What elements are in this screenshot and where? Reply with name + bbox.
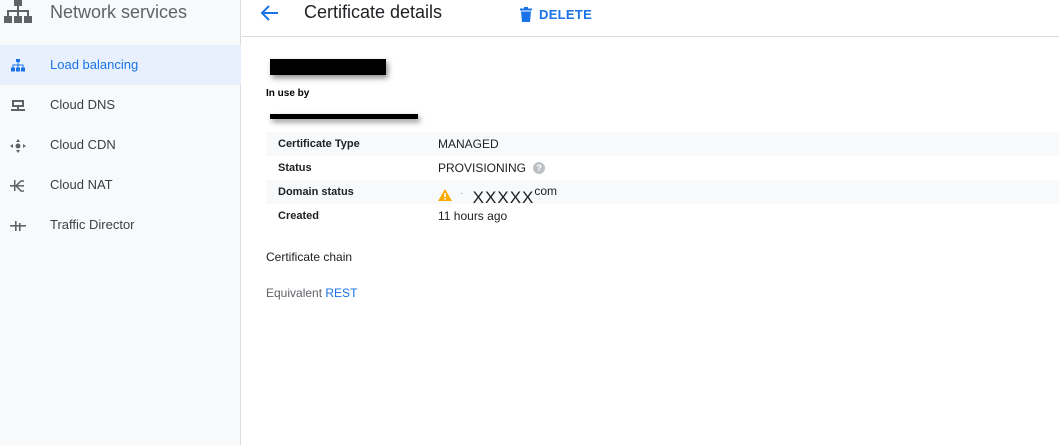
certificate-details-table: Certificate Type MANAGED Status PROVISIO… — [266, 132, 1059, 228]
cloud-dns-icon — [9, 97, 26, 114]
sidebar: Network services Load balancing Cloud DN… — [0, 0, 241, 445]
page-title: Certificate details — [304, 2, 443, 22]
redacted-certificate-name — [270, 59, 386, 75]
delete-label: DELETE — [539, 6, 593, 22]
sidebar-item-label: Load balancing — [50, 57, 139, 72]
table-row: Certificate Type MANAGED — [266, 132, 1059, 156]
table-row: Domain status · XXXXX com — [266, 180, 1059, 207]
cloud-nat-icon — [9, 177, 26, 194]
sidebar-item-label: Cloud DNS — [50, 97, 116, 112]
delete-button[interactable]: DELETE — [520, 4, 592, 24]
rest-link[interactable]: REST — [325, 286, 357, 300]
row-label: Status — [278, 162, 312, 174]
row-value: PROVISIONING ? — [438, 161, 546, 175]
sidebar-header: Network services — [0, 0, 241, 28]
equivalent-rest: Equivalent REST — [266, 286, 357, 300]
certificate-chain-label: Certificate chain — [266, 250, 353, 264]
redacted-in-use-by-value — [270, 114, 418, 119]
table-row: Status PROVISIONING ? — [266, 156, 1059, 180]
created-value: 11 hours ago — [438, 209, 508, 223]
table-row: Created 11 hours ago — [266, 204, 1059, 228]
equivalent-prefix: Equivalent — [266, 286, 323, 300]
sidebar-item-label: Cloud CDN — [50, 137, 116, 152]
row-value: 11 hours ago — [438, 209, 507, 223]
sidebar-item-load-balancing[interactable]: Load balancing — [0, 45, 241, 85]
arrow-back-icon — [260, 5, 278, 21]
row-value: MANAGED — [438, 137, 499, 151]
domain-suffix: com — [534, 184, 558, 198]
sidebar-item-cloud-dns[interactable]: Cloud DNS — [0, 85, 241, 125]
trash-icon — [520, 6, 532, 22]
warning-icon — [438, 189, 452, 201]
network-services-icon — [4, 0, 32, 23]
row-label: Created — [278, 210, 319, 222]
sidebar-item-label: Cloud NAT — [50, 177, 113, 192]
page-header: Certificate details DELETE — [242, 0, 1059, 37]
in-use-by-label: In use by — [266, 88, 310, 99]
help-icon[interactable]: ? — [533, 162, 546, 174]
back-button[interactable] — [260, 4, 282, 22]
row-value: · XXXXX com — [438, 184, 558, 207]
product-title: Network services — [50, 2, 188, 22]
row-label: Domain status — [278, 186, 354, 198]
status-value: PROVISIONING — [438, 161, 527, 175]
main-content: In use by Certificate Type MANAGED Statu… — [242, 38, 1059, 445]
load-balancing-icon — [9, 57, 26, 74]
sidebar-item-cloud-cdn[interactable]: Cloud CDN — [0, 125, 241, 165]
cloud-cdn-icon — [9, 137, 26, 154]
sidebar-item-traffic-director[interactable]: Traffic Director — [0, 205, 241, 245]
sidebar-nav: Load balancing Cloud DNS Cloud CDN Cloud… — [0, 45, 241, 245]
redacted-mark: · — [460, 188, 463, 198]
row-label: Certificate Type — [278, 138, 360, 150]
sidebar-item-label: Traffic Director — [50, 217, 135, 232]
sidebar-item-cloud-nat[interactable]: Cloud NAT — [0, 165, 241, 205]
certificate-type-value: MANAGED — [438, 137, 499, 151]
traffic-director-icon — [9, 217, 26, 234]
